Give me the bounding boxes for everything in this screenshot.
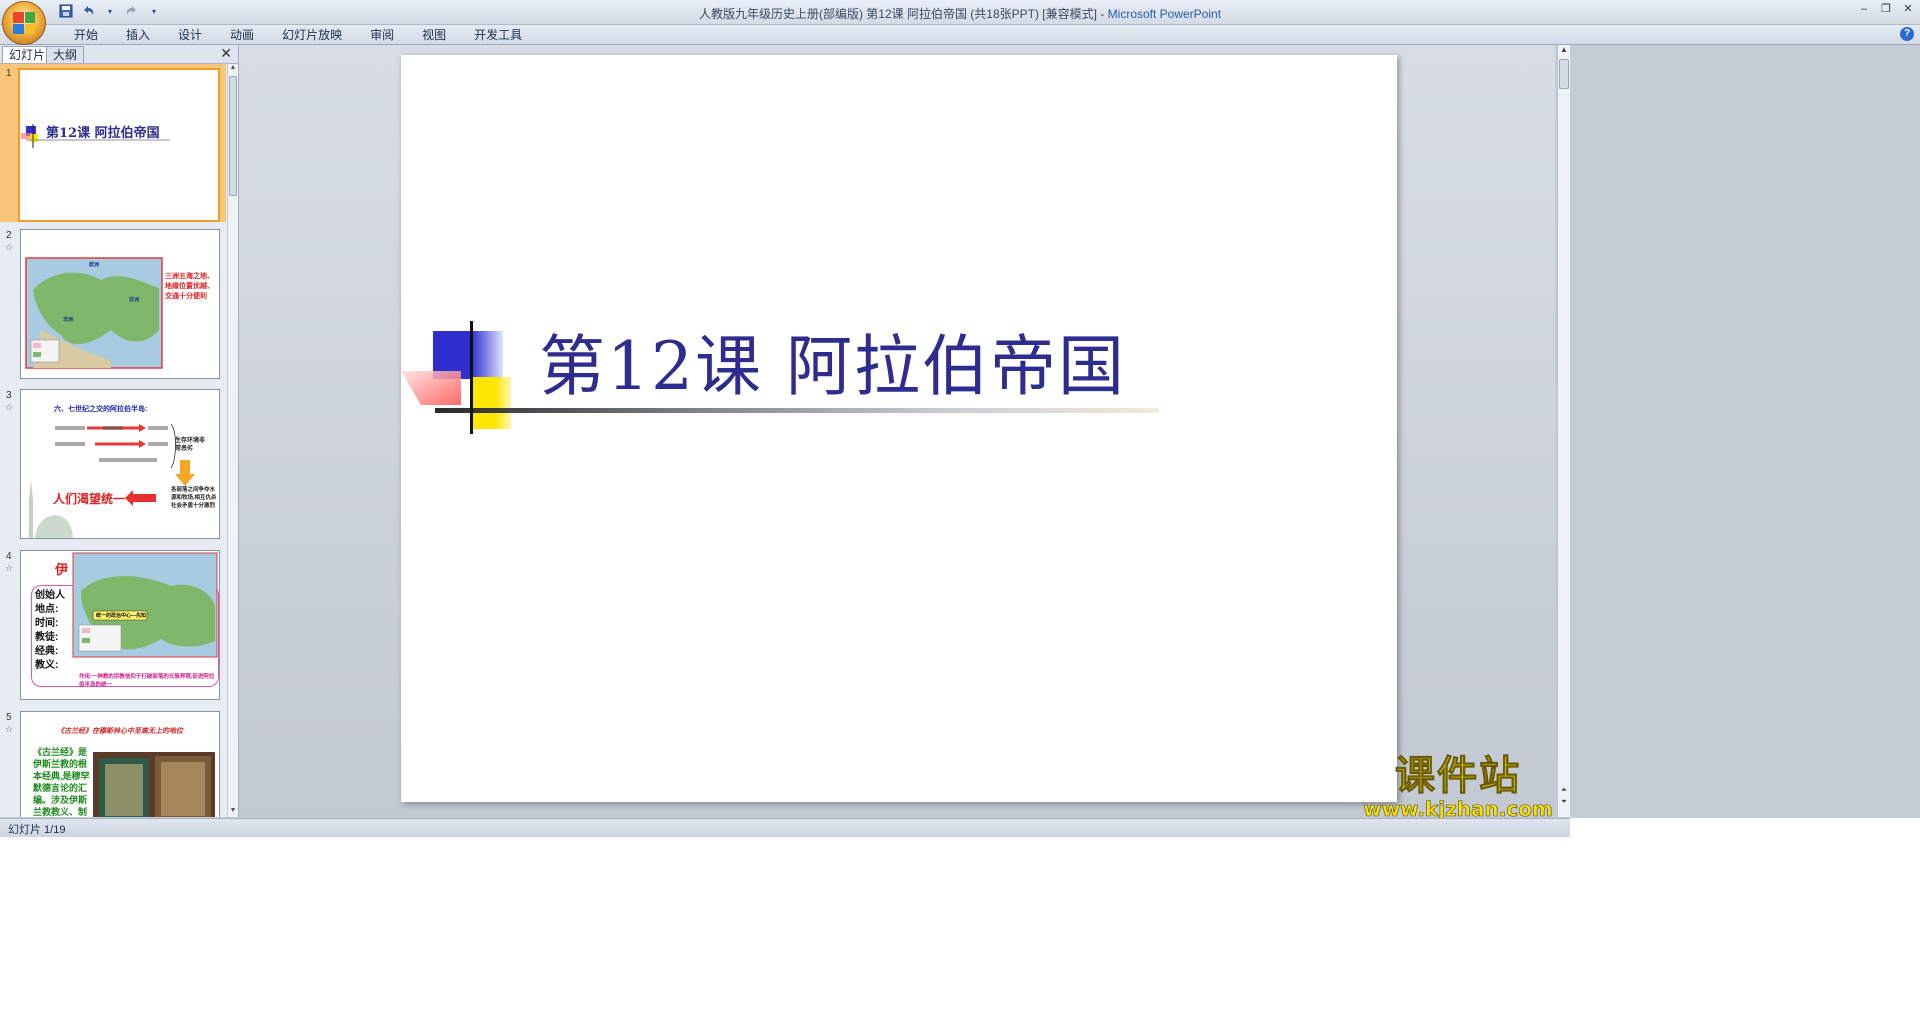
thumbnail-canvas: 伊 创始人 地点: 时间: 教徒: 经典: 教义: 统一的政治中心—先知 作用:… [20, 550, 220, 700]
thumb1-title: 第12课 阿拉伯帝国 [46, 126, 160, 141]
thumb4-footer: 作用:一神教的宗教信仰于打破部落的氏族界限,促进阿拉伯半岛的统一 [79, 674, 215, 688]
ribbon-tabs: 开始 插入 设计 动画 幻灯片放映 审阅 视图 开发工具 [60, 27, 536, 43]
app-name: Microsoft PowerPoint [1107, 7, 1222, 21]
tab-developer[interactable]: 开发工具 [460, 27, 536, 43]
close-icon[interactable]: ✕ [1900, 2, 1916, 16]
minimize-icon[interactable]: – [1856, 2, 1872, 16]
thumb4-map-label: 统一的政治中心—先知 [96, 613, 147, 619]
tab-review[interactable]: 审阅 [356, 27, 408, 43]
thumb3-side2: 各部落之间争夺水源和牧场,相互仇杀社会矛盾十分激烈 [171, 487, 217, 509]
current-slide[interactable]: 第12课 阿拉伯帝国 [401, 55, 1397, 802]
slide-counter: 幻灯片 1/19 [8, 824, 66, 836]
transition-star-icon: ☆ [5, 724, 14, 734]
slide-number: 2 [6, 230, 12, 241]
status-area: 幻灯片 1/19 [0, 818, 1920, 1025]
thumb3-side1: 生存环境非常恶劣 [175, 438, 206, 452]
tab-animations[interactable]: 动画 [216, 27, 268, 43]
document-title: 人教版九年级历史上册(部编版) 第12课 阿拉伯帝国 (共18张PPT) [兼容… [698, 7, 1105, 21]
watermark-text: 课件站 [1395, 753, 1521, 799]
thumbnail-scrollbar[interactable]: ▲ ▼ [227, 64, 238, 817]
scrollbar-thumb[interactable] [229, 76, 237, 196]
thumb5-photo [93, 752, 215, 817]
thumbnail-canvas: 欧洲 亚洲 非洲 三洲五海之地、地缘位置优越、交通十分便利 [20, 229, 220, 379]
thumb2-map [25, 257, 163, 369]
slide-thumbnail-4[interactable]: 4 ☆ 伊 创始人 地点: 时间: 教徒: 经典: 教义: 统一的政治中心—先知… [0, 547, 226, 700]
pane-tabs: 幻灯片 大纲 ✕ [0, 45, 238, 64]
scroll-down-icon[interactable]: ▼ [228, 807, 238, 817]
slides-pane: 幻灯片 大纲 ✕ 1 第12课 阿拉伯帝国 2 ☆ 欧洲 亚洲 非洲 三洲五海之… [0, 45, 239, 817]
transition-star-icon: ☆ [5, 242, 14, 252]
transition-star-icon: ☆ [5, 563, 14, 573]
slide-thumbnail-3[interactable]: 3 ☆ 六、七世纪之交的阿拉伯半岛: 生存环境非常恶劣 人们渴望统一 各部落之间… [0, 386, 226, 539]
tab-design[interactable]: 设计 [164, 27, 216, 43]
slide-number: 5 [6, 712, 12, 723]
title-bar: ▾ ▾ 人教版九年级历史上册(部编版) 第12课 阿拉伯帝国 (共18张PPT)… [0, 0, 1920, 25]
thumbnail-canvas: 六、七世纪之交的阿拉伯半岛: 生存环境非常恶劣 人们渴望统一 各部落之间争夺水源… [20, 389, 220, 539]
tab-view[interactable]: 视图 [408, 27, 460, 43]
title-decoration [401, 321, 1159, 434]
thumb3-callout: 人们渴望统一 [53, 492, 126, 506]
close-pane-icon[interactable]: ✕ [220, 45, 232, 62]
window-title: 人教版九年级历史上册(部编版) 第12课 阿拉伯帝国 (共18张PPT) [兼容… [0, 5, 1920, 22]
watermark-logo: 课件站 www.kjzhan.com [1363, 753, 1553, 821]
office-logo-icon [13, 12, 35, 34]
slide-thumbnail-5[interactable]: 5 ☆ 《古兰经》在穆斯林心中至高无上的地位 《古兰经》是伊斯兰教的根本经典,是… [0, 708, 226, 817]
scroll-up-icon[interactable]: ▲ [1558, 45, 1570, 54]
thumb2-label-asia: 亚洲 [129, 297, 140, 303]
slide-number: 4 [6, 551, 12, 562]
slide-number: 1 [6, 68, 12, 79]
tab-home[interactable]: 开始 [60, 27, 112, 43]
thumbnail-canvas: 第12课 阿拉伯帝国 [18, 68, 220, 222]
restore-icon[interactable]: ❐ [1878, 2, 1894, 16]
slide-title[interactable]: 第12课 阿拉伯帝国 [539, 313, 1126, 409]
ribbon-tab-bar: 开始 插入 设计 动画 幻灯片放映 审阅 视图 开发工具 ? [0, 25, 1920, 45]
slide-thumbnail-2[interactable]: 2 ☆ 欧洲 亚洲 非洲 三洲五海之地、地缘位置优越、交通十分便利 [0, 226, 226, 379]
slide-number: 3 [6, 390, 12, 401]
watermark-url: www.kjzhan.com [1363, 797, 1553, 821]
prev-slide-icon[interactable]: ⏶ [1558, 785, 1570, 795]
next-slide-icon[interactable]: ⏷ [1558, 797, 1570, 807]
thumbnail-list: 1 第12课 阿拉伯帝国 2 ☆ 欧洲 亚洲 非洲 三洲五海之地、地缘位置优越、… [0, 64, 226, 817]
tab-slides[interactable]: 幻灯片 [2, 46, 53, 63]
status-bar: 幻灯片 1/19 [0, 818, 1570, 837]
tab-slideshow[interactable]: 幻灯片放映 [268, 27, 356, 43]
tab-insert[interactable]: 插入 [112, 27, 164, 43]
thumb2-label-europe: 欧洲 [89, 262, 100, 268]
tab-outline[interactable]: 大纲 [46, 46, 85, 63]
help-icon[interactable]: ? [1900, 27, 1914, 41]
thumb3-diagram [29, 423, 195, 538]
thumb1-decoration [21, 124, 170, 148]
thumb2-caption: 三洲五海之地、地缘位置优越、交通十分便利 [165, 273, 214, 300]
scroll-up-icon[interactable]: ▲ [228, 64, 238, 74]
thumbnail-canvas: 《古兰经》在穆斯林心中至高无上的地位 《古兰经》是伊斯兰教的根本经典,是穆罕默德… [20, 711, 220, 817]
office-button[interactable] [2, 1, 46, 45]
thumb2-label-africa: 非洲 [63, 317, 74, 323]
slide-thumbnail-1[interactable]: 1 第12课 阿拉伯帝国 [0, 64, 226, 222]
editor-scrollbar[interactable]: ▲ ⏶ ⏷ [1557, 45, 1570, 817]
scrollbar-thumb[interactable] [1559, 59, 1569, 89]
window-controls: – ❐ ✕ [1856, 2, 1916, 16]
transition-star-icon: ☆ [5, 402, 14, 412]
